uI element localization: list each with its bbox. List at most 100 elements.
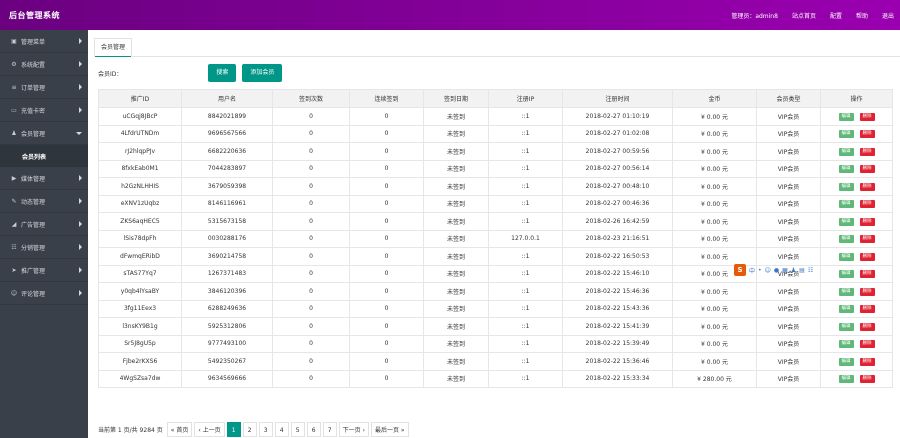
edit-button[interactable]: 编辑 (838, 217, 854, 226)
table-cell: 2018-02-22 15:46:36 (562, 282, 673, 301)
page-link[interactable]: 6 (306, 422, 321, 437)
menu-icon: ▭ (11, 106, 17, 114)
table-cell: 5315673158 (181, 212, 273, 231)
table-row: dFwmqERibD 3690214758 0 0 未签到::1 2018-02-22 1… (98, 247, 893, 266)
top-nav-link[interactable]: 站点首页 (792, 11, 816, 20)
edit-button[interactable]: 编辑 (838, 340, 854, 349)
delete-button[interactable]: 删除 (859, 340, 875, 349)
top-nav-link[interactable]: 配置 (830, 11, 842, 20)
sidebar-item-label: 媒体管理 (21, 175, 46, 183)
table-cell: ::1 (488, 212, 563, 231)
table-cell: 0 (349, 282, 424, 301)
delete-button[interactable]: 删除 (859, 270, 875, 279)
edit-button[interactable]: 编辑 (838, 305, 854, 314)
delete-button[interactable]: 删除 (859, 165, 875, 174)
delete-button[interactable]: 删除 (859, 357, 875, 366)
edit-button[interactable]: 编辑 (838, 147, 854, 156)
page-link[interactable]: 7 (322, 422, 337, 437)
delete-button[interactable]: 删除 (859, 235, 875, 244)
chevron-icon (79, 38, 82, 44)
table-row: ZKS6aqHEC5 5315673158 0 0 未签到::1 2018-02-26 1… (98, 212, 893, 231)
search-button[interactable]: 搜索 (208, 64, 237, 82)
edit-button[interactable]: 编辑 (838, 165, 854, 174)
tab-member-manage[interactable]: 会员管理 (94, 38, 133, 57)
page-link[interactable]: 3 (258, 422, 273, 437)
table-cell: ¥ 280.00 元 (672, 369, 757, 388)
table-cell: ::1 (488, 282, 563, 301)
edit-button[interactable]: 编辑 (838, 182, 854, 191)
table-cell: VIP会员 (756, 369, 821, 388)
ime-tool-icon[interactable]: ● (774, 267, 779, 274)
page-link[interactable]: 最后一页 » (370, 422, 409, 437)
sidebar-item[interactable]: ♟ 会员管理 (0, 122, 88, 145)
member-id-input[interactable] (124, 65, 203, 81)
page-link[interactable]: 5 (290, 422, 305, 437)
table-cell: 0 (272, 282, 350, 301)
column-header: 会员类型 (756, 89, 821, 108)
sidebar-item[interactable]: ◢ 广告管理 (0, 213, 88, 236)
chevron-icon (79, 107, 82, 113)
edit-button[interactable]: 编辑 (838, 252, 854, 261)
delete-button[interactable]: 删除 (859, 305, 875, 314)
delete-button[interactable]: 删除 (859, 287, 875, 296)
edit-button[interactable]: 编辑 (838, 200, 854, 209)
table-cell: 0 (272, 177, 350, 196)
sidebar-subitem-member-list[interactable]: 会员列表 (0, 145, 88, 167)
edit-button[interactable]: 编辑 (838, 270, 854, 279)
menu-icon: ☺ (10, 289, 18, 297)
edit-button[interactable]: 编辑 (838, 375, 854, 384)
table-cell: 8842021899 (181, 107, 273, 126)
page-link[interactable]: 1 (226, 422, 241, 437)
delete-button[interactable]: 删除 (859, 322, 875, 331)
delete-button[interactable]: 删除 (859, 112, 875, 121)
page-link[interactable]: ‹ 上一页 (194, 422, 225, 437)
menu-icon: ▣ (11, 37, 17, 45)
edit-button[interactable]: 编辑 (838, 112, 854, 121)
sidebar-item[interactable]: ➤ 推广管理 (0, 259, 88, 282)
table-row: eXNV1zUqbz 8146116961 0 0 未签到::1 2018-02-27 0… (98, 194, 893, 213)
edit-button[interactable]: 编辑 (838, 130, 854, 139)
page-link[interactable]: « 首页 (166, 422, 193, 437)
edit-button[interactable]: 编辑 (838, 357, 854, 366)
add-member-button[interactable]: 添加会员 (242, 64, 283, 82)
sidebar-item[interactable]: ✎ 动态管理 (0, 190, 88, 213)
delete-button[interactable]: 删除 (859, 182, 875, 191)
delete-button[interactable]: 删除 (859, 375, 875, 384)
table-cell: ::1 (488, 107, 563, 126)
top-nav-link[interactable]: 管理员：admin8 (731, 11, 778, 20)
sidebar-item-label: 评论管理 (21, 290, 46, 298)
delete-button[interactable]: 删除 (859, 217, 875, 226)
ime-tool-icon[interactable]: ▤ (799, 267, 805, 274)
ime-logo-icon[interactable]: S (734, 264, 746, 276)
ime-tool-icon[interactable]: 中 (749, 266, 755, 275)
ime-tool-icon[interactable]: ☺ (765, 267, 771, 274)
sidebar-item[interactable]: ▭ 充值卡密 (0, 99, 88, 122)
page-link[interactable]: 2 (242, 422, 257, 437)
top-nav-link[interactable]: 退出 (882, 11, 894, 20)
page-link[interactable]: 4 (274, 422, 289, 437)
sidebar-item[interactable]: ☺ 评论管理 (0, 282, 88, 305)
top-nav-link[interactable]: 帮助 (856, 11, 868, 20)
ime-tool-icon[interactable]: ▦ (782, 267, 788, 274)
delete-button[interactable]: 删除 (859, 147, 875, 156)
actions-cell: 编辑 删除 (820, 334, 893, 353)
edit-button[interactable]: 编辑 (838, 235, 854, 244)
table-cell: ¥ 0.00 元 (672, 247, 757, 266)
table-cell: 0 (349, 107, 424, 126)
edit-button[interactable]: 编辑 (838, 322, 854, 331)
sidebar-item[interactable]: ≡ 订单管理 (0, 76, 88, 99)
ime-tool-icon[interactable]: • (758, 267, 762, 274)
delete-button[interactable]: 删除 (859, 200, 875, 209)
table-cell: 0 (349, 352, 424, 371)
ime-tool-icon[interactable]: ☷ (808, 267, 813, 274)
table-cell: ::1 (488, 194, 563, 213)
sidebar-item[interactable]: ⚙ 系统配置 (0, 53, 88, 76)
delete-button[interactable]: 删除 (859, 130, 875, 139)
sidebar-item[interactable]: ▣ 管理菜单 (0, 30, 88, 53)
sidebar-item[interactable]: ▶ 媒体管理 (0, 167, 88, 190)
sidebar-item[interactable]: ☷ 分销管理 (0, 236, 88, 259)
delete-button[interactable]: 删除 (859, 252, 875, 261)
page-link[interactable]: 下一页 › (338, 422, 369, 437)
ime-tool-icon[interactable]: ♟ (791, 267, 796, 274)
edit-button[interactable]: 编辑 (838, 287, 854, 296)
